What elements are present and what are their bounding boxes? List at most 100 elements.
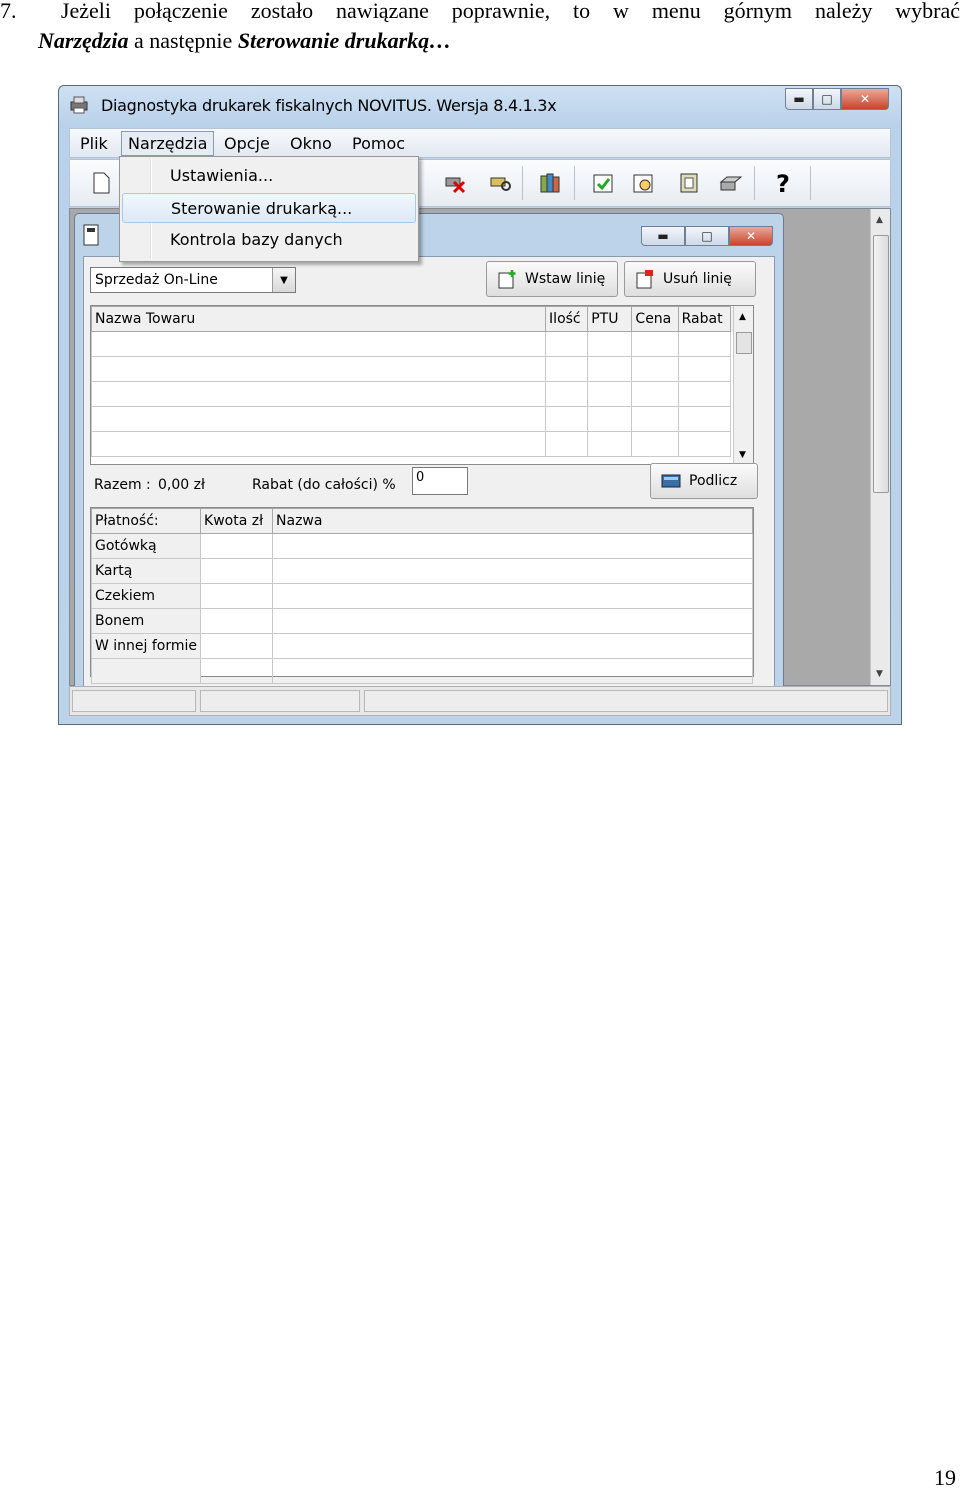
document-icon bbox=[83, 224, 99, 246]
instruction-word: poprawnie, bbox=[451, 0, 551, 23]
child-client-area: Sprzedaż On-Line ▼ Wstaw linię Usuń lini… bbox=[83, 256, 775, 688]
report-icon[interactable] bbox=[676, 170, 702, 196]
child-window-controls: ▬ □ ✕ bbox=[641, 226, 773, 246]
sale-mode-value: Sprzedaż On-Line bbox=[95, 272, 218, 288]
delete-line-button[interactable]: Usuń linię bbox=[624, 261, 756, 297]
payment-table[interactable]: Płatność: Kwota zł Nazwa Gotówką Kartą C… bbox=[90, 507, 754, 684]
table-row[interactable]: Kartą bbox=[90, 558, 753, 584]
books-icon[interactable] bbox=[538, 170, 564, 196]
column-header[interactable]: Nazwa Towaru bbox=[90, 306, 547, 332]
calendar-clock-icon[interactable] bbox=[630, 170, 656, 196]
instruction-word: zostało bbox=[250, 0, 314, 23]
instruction-line-2: Narzędzia a następnie Sterowanie drukark… bbox=[38, 26, 451, 55]
toolbar-separator bbox=[574, 166, 575, 200]
calculate-label: Podlicz bbox=[689, 473, 738, 489]
submenu-name-emphasis: Sterowanie drukarką… bbox=[237, 28, 452, 53]
status-panel bbox=[364, 690, 888, 712]
column-header[interactable]: Cena bbox=[631, 306, 679, 332]
table-row[interactable]: W innej formie bbox=[90, 633, 753, 659]
table-row[interactable]: Bonem bbox=[90, 608, 753, 634]
scroll-up-icon[interactable]: ▲ bbox=[739, 312, 746, 322]
menu-narzedzia[interactable]: Narzędzia bbox=[121, 131, 215, 156]
calculate-button[interactable]: Podlicz bbox=[650, 463, 758, 499]
total-label: Razem : bbox=[94, 477, 151, 493]
svg-text:?: ? bbox=[776, 170, 790, 196]
sale-mode-select[interactable]: Sprzedaż On-Line ▼ bbox=[90, 267, 296, 293]
table-row[interactable] bbox=[90, 331, 753, 357]
scroll-thumb[interactable] bbox=[873, 235, 889, 493]
column-header[interactable]: PTU bbox=[587, 306, 633, 332]
instruction-word: górnym bbox=[723, 0, 793, 23]
help-icon[interactable]: ? bbox=[770, 170, 796, 196]
minimize-button[interactable]: ▬ bbox=[785, 88, 813, 110]
scroll-down-icon[interactable]: ▼ bbox=[739, 450, 746, 460]
payment-method: Kartą bbox=[90, 558, 202, 584]
table-row[interactable] bbox=[90, 658, 753, 684]
table-header-row: Nazwa Towaru Ilość PTU Cena Rabat bbox=[90, 306, 753, 332]
printer-search-icon[interactable] bbox=[488, 170, 514, 196]
instruction-word: wybrać bbox=[895, 0, 960, 23]
scroll-thumb[interactable] bbox=[736, 332, 752, 354]
menu-item-label: Sterowanie drukarką... bbox=[171, 199, 353, 218]
narzedzia-dropdown-menu: Ustawienia... Sterowanie drukarką... Kon… bbox=[119, 156, 419, 262]
menu-item-sterowanie-drukarka[interactable]: Sterowanie drukarką... bbox=[122, 193, 416, 223]
child-close-button[interactable]: ✕ bbox=[729, 226, 773, 246]
insert-line-icon bbox=[498, 270, 516, 289]
window-controls: ▬ □ ✕ bbox=[785, 88, 889, 110]
items-table-scrollbar[interactable]: ▲ ▼ bbox=[733, 306, 753, 464]
table-row[interactable] bbox=[90, 406, 753, 432]
menu-item-ustawienia[interactable]: Ustawienia... bbox=[122, 161, 416, 191]
new-document-icon[interactable] bbox=[88, 170, 114, 196]
insert-line-label: Wstaw linię bbox=[525, 271, 606, 287]
calendar-check-icon[interactable] bbox=[590, 170, 616, 196]
maximize-button[interactable]: □ bbox=[813, 88, 841, 110]
payment-method: Czekiem bbox=[90, 583, 202, 609]
menu-opcje[interactable]: Opcje bbox=[218, 133, 276, 154]
column-header[interactable]: Płatność: bbox=[90, 508, 202, 534]
mdi-vertical-scrollbar[interactable]: ▲ ▼ bbox=[870, 209, 890, 685]
table-row[interactable] bbox=[90, 431, 753, 457]
payment-method: Gotówką bbox=[90, 533, 202, 559]
instruction-line-1: 7. Jeżeli połączenie zostało nawiązane p… bbox=[0, 0, 960, 25]
child-minimize-button[interactable]: ▬ bbox=[641, 226, 685, 246]
table-row[interactable] bbox=[90, 356, 753, 382]
child-maximize-button[interactable]: □ bbox=[685, 226, 729, 246]
scroll-down-icon[interactable]: ▼ bbox=[876, 669, 883, 679]
status-panel bbox=[200, 690, 360, 712]
instruction-word: nawiązane bbox=[336, 0, 429, 23]
scroll-up-icon[interactable]: ▲ bbox=[876, 215, 883, 225]
chevron-down-icon[interactable]: ▼ bbox=[272, 268, 295, 292]
discount-input[interactable]: 0 bbox=[412, 467, 468, 495]
items-table[interactable]: Nazwa Towaru Ilość PTU Cena Rabat ▲ ▼ bbox=[90, 305, 754, 465]
discount-label: Rabat (do całości) % bbox=[252, 477, 396, 493]
toolbar-separator bbox=[522, 166, 523, 200]
delete-line-label: Usuń linię bbox=[663, 271, 732, 287]
menu-item-kontrola-bazy-danych[interactable]: Kontrola bazy danych bbox=[122, 225, 416, 255]
printer-device-icon[interactable] bbox=[718, 170, 744, 196]
instruction-connector: a następnie bbox=[128, 28, 238, 53]
column-header[interactable]: Rabat bbox=[677, 306, 731, 332]
calculator-icon bbox=[661, 474, 681, 488]
column-header[interactable]: Nazwa bbox=[272, 508, 753, 534]
window-title: Diagnostyka drukarek fiskalnych NOVITUS.… bbox=[101, 96, 557, 115]
instruction-word: Jeżeli bbox=[60, 0, 111, 23]
table-row[interactable] bbox=[90, 381, 753, 407]
instruction-word: połączenie bbox=[133, 0, 228, 23]
column-header[interactable]: Ilość bbox=[545, 306, 589, 332]
menu-okno[interactable]: Okno bbox=[284, 133, 338, 154]
table-row[interactable]: Czekiem bbox=[90, 583, 753, 609]
payment-method: Bonem bbox=[90, 608, 202, 634]
column-header[interactable]: Kwota zł bbox=[200, 508, 274, 534]
menu-plik[interactable]: Plik bbox=[74, 133, 114, 154]
table-header-row: Płatność: Kwota zł Nazwa bbox=[90, 508, 753, 534]
page-number: 19 bbox=[934, 1465, 956, 1490]
status-bar bbox=[69, 686, 891, 716]
printer-remove-icon[interactable] bbox=[442, 170, 468, 196]
menu-item-label: Ustawienia... bbox=[170, 166, 274, 185]
title-bar[interactable]: Diagnostyka drukarek fiskalnych NOVITUS.… bbox=[59, 86, 901, 126]
step-number: 7. bbox=[0, 0, 17, 23]
insert-line-button[interactable]: Wstaw linię bbox=[486, 261, 618, 297]
menu-pomoc[interactable]: Pomoc bbox=[346, 133, 411, 154]
close-button[interactable]: ✕ bbox=[841, 88, 889, 110]
table-row[interactable]: Gotówką bbox=[90, 533, 753, 559]
